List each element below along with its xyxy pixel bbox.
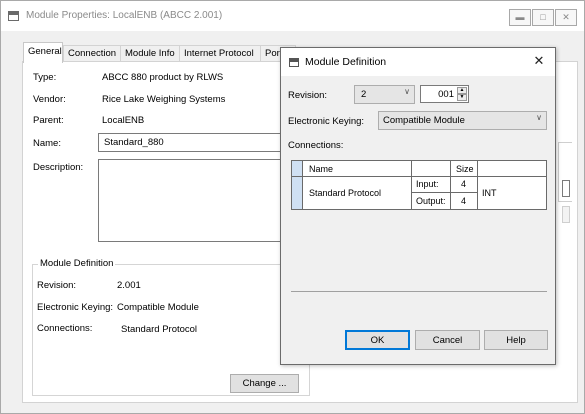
connections-table: Name Size Standard Protocol Input: Outpu… [291,160,547,210]
grid-line [411,192,478,193]
md-revision-value: 2.001 [117,280,141,291]
data-type: INT [482,188,497,198]
revision-minor-value: 001 [438,89,454,100]
md-revision-label: Revision: [37,280,77,291]
help-button[interactable]: Help [484,330,548,350]
md-keying-label: Electronic Keying: [37,302,114,313]
dialog-close-icon[interactable]: ✕ [531,53,547,69]
module-definition-dialog: Module Definition ✕ Revision: 2 ∨ 001 ▲ … [280,47,556,365]
dialog-connections-label: Connections: [288,140,344,151]
dialog-title-bar: Module Definition ✕ [281,48,555,76]
grid-line [477,176,478,209]
name-label: Name: [33,138,61,149]
cancel-button[interactable]: Cancel [415,330,480,350]
grid-line [450,161,451,176]
parent-label: Parent: [33,115,64,126]
tab-module-info[interactable]: Module Info [120,45,180,62]
input-label: Input: [416,179,439,189]
background-field-edge [562,180,570,197]
row-selector-column[interactable] [292,161,302,209]
close-button[interactable]: ✕ [555,9,577,26]
revision-major-select[interactable]: 2 ∨ [354,85,415,104]
tab-connection[interactable]: Connection [63,45,121,62]
description-field[interactable] [98,159,284,242]
type-label: Type: [33,72,57,83]
module-definition-group: Module Definition Revision: 2.001 Electr… [32,258,310,396]
maximize-button[interactable]: □ [532,9,554,26]
ok-button[interactable]: OK [345,330,410,350]
tab-internet-protocol[interactable]: Internet Protocol [179,45,261,62]
grid-line [302,161,303,209]
chevron-down-icon: ∨ [404,87,410,96]
parent-value: LocalENB [102,115,145,126]
spin-up-icon[interactable]: ▲ [457,87,467,94]
name-field[interactable]: Standard_880 [98,133,284,152]
grid-line [292,176,546,177]
grid-line [411,161,412,209]
module-definition-group-title: Module Definition [38,258,116,269]
change-button[interactable]: Change ... [230,374,299,393]
electronic-keying-value: Compatible Module [383,115,465,126]
dialog-title: Module Definition [305,56,387,68]
tab-general[interactable]: General [23,42,63,63]
dialog-separator [291,291,547,292]
input-size[interactable]: 4 [461,179,466,189]
window-title: Module Properties: LocalENB (ABCC 2.001) [26,10,223,21]
electronic-keying-select[interactable]: Compatible Module ∨ [378,111,547,130]
revision-minor-spinner[interactable]: 001 ▲ ▼ [420,85,469,103]
minimize-button[interactable]: ▬ [509,9,531,26]
table-header-size: Size [456,164,474,174]
output-size[interactable]: 4 [461,196,466,206]
vendor-label: Vendor: [33,94,66,105]
spin-down-icon[interactable]: ▼ [457,94,467,101]
table-header-name: Name [309,164,334,174]
background-button-edge [562,206,570,223]
md-keying-value: Compatible Module [117,302,199,313]
dialog-revision-label: Revision: [288,90,328,101]
description-label: Description: [33,162,84,173]
md-connections-label: Connections: [37,323,93,334]
connection-name: Standard Protocol [309,188,382,198]
md-connections-value: Standard Protocol [121,324,198,335]
window-title-bar: Module Properties: LocalENB (ABCC 2.001)… [1,1,584,31]
vendor-value: Rice Lake Weighing Systems [102,94,226,105]
chevron-down-icon: ∨ [536,113,542,122]
grid-line [477,161,478,176]
dialog-keying-label: Electronic Keying: [288,116,365,127]
revision-major-value: 2 [361,89,367,100]
type-value: ABCC 880 product by RLWS [102,72,224,83]
dialog-app-icon [289,58,299,67]
window-app-icon [8,11,19,21]
output-label: Output: [416,196,446,206]
